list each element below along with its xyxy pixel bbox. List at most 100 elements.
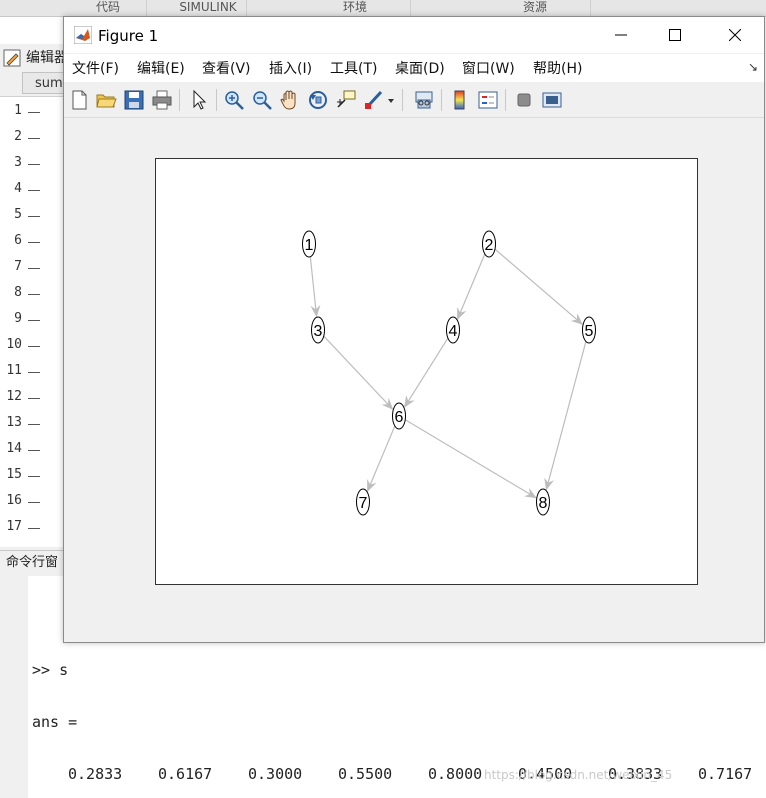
hide-plot-tools-icon[interactable] xyxy=(513,89,535,111)
brush-icon[interactable] xyxy=(363,89,385,111)
figure-menubar: 文件(F) 编辑(E) 查看(V) 插入(I) 工具(T) 桌面(D) 窗口(W… xyxy=(64,54,764,82)
editor-title-label: 编辑器 xyxy=(26,50,68,66)
editor-line-number: 12 xyxy=(6,389,22,404)
open-file-icon[interactable] xyxy=(95,89,117,111)
zoom-out-icon[interactable] xyxy=(251,89,273,111)
toolstrip-tab-simulink[interactable]: SIMULINK xyxy=(170,0,247,16)
breakpoint-marker[interactable] xyxy=(28,398,40,399)
toolbar-separator xyxy=(216,89,217,111)
toolbar-separator xyxy=(402,89,403,111)
close-icon xyxy=(729,29,741,41)
editor-line-number: 16 xyxy=(6,493,22,508)
colorbar-icon[interactable] xyxy=(449,89,471,111)
command-window-header: 命令行窗 xyxy=(0,550,64,576)
breakpoint-marker[interactable] xyxy=(28,502,40,503)
zoom-in-icon[interactable] xyxy=(223,89,245,111)
edge-2-4 xyxy=(457,253,486,321)
figure-titlebar[interactable]: Figure 1 xyxy=(64,17,764,53)
figure-window: Figure 1 文件(F) 编辑(E) 查看(V) 插入(I) 工具(T) 桌… xyxy=(63,16,765,643)
menu-desktop[interactable]: 桌面(D) xyxy=(395,54,445,82)
matlab-logo-icon xyxy=(74,26,92,44)
pan-icon[interactable] xyxy=(279,89,301,111)
breakpoint-marker[interactable] xyxy=(28,294,40,295)
breakpoint-marker[interactable] xyxy=(28,190,40,191)
legend-icon[interactable] xyxy=(477,89,499,111)
menu-file[interactable]: 文件(F) xyxy=(72,54,119,82)
breakpoint-marker[interactable] xyxy=(28,372,40,373)
edge-5-8 xyxy=(544,341,587,491)
select-arrow-icon[interactable] xyxy=(188,89,210,111)
breakpoint-marker[interactable] xyxy=(28,216,40,217)
menu-help[interactable]: 帮助(H) xyxy=(533,54,582,82)
ans-value: 0.8000 xyxy=(428,765,483,783)
edges-group xyxy=(309,248,587,499)
print-icon[interactable] xyxy=(151,89,173,111)
figure-title: Figure 1 xyxy=(98,27,159,45)
menu-tools[interactable]: 工具(T) xyxy=(330,54,377,82)
editor-line-number: 4 xyxy=(14,181,22,196)
editor-line-number: 6 xyxy=(14,233,22,248)
breakpoint-marker[interactable] xyxy=(28,268,40,269)
breakpoint-marker[interactable] xyxy=(28,138,40,139)
editor-line-number: 10 xyxy=(6,337,22,352)
breakpoint-marker[interactable] xyxy=(28,424,40,425)
toolstrip-tab-code[interactable]: 代码 xyxy=(70,0,147,16)
editor-line-number: 7 xyxy=(14,259,22,274)
breakpoint-marker[interactable] xyxy=(28,242,40,243)
show-plot-tools-icon[interactable] xyxy=(541,89,563,111)
toolstrip-tab-resources[interactable]: 资源 xyxy=(480,0,591,16)
minimize-button[interactable] xyxy=(598,17,644,53)
ans-value: 0.3000 xyxy=(248,765,303,783)
plot-axes[interactable]: 1 2 3 4 5 6 7 8 xyxy=(155,158,698,585)
editor-line-number: 2 xyxy=(14,129,22,144)
edge-6-7 xyxy=(367,425,396,493)
ans-label: ans = xyxy=(32,713,78,731)
node-label-4: 4 xyxy=(449,323,458,340)
rotate-3d-icon[interactable] xyxy=(307,89,329,111)
maximize-icon xyxy=(669,29,681,41)
node-label-7: 7 xyxy=(359,495,368,512)
ans-value: 0.2833 xyxy=(68,765,123,783)
breakpoint-marker[interactable] xyxy=(28,528,40,529)
menu-insert[interactable]: 插入(I) xyxy=(269,54,312,82)
breakpoint-marker[interactable] xyxy=(28,450,40,451)
dock-arrow-icon[interactable]: ↘ xyxy=(748,60,758,74)
new-figure-icon[interactable] xyxy=(68,89,90,111)
ans-value: 0.7167 xyxy=(698,765,753,783)
breakpoint-marker[interactable] xyxy=(28,164,40,165)
link-plot-icon[interactable] xyxy=(413,89,435,111)
edge-1-3 xyxy=(309,256,321,318)
edit-pencil-icon xyxy=(3,49,21,67)
breakpoint-marker[interactable] xyxy=(28,476,40,477)
node-label-6: 6 xyxy=(395,409,404,426)
minimize-icon xyxy=(615,34,627,36)
editor-line-number: 14 xyxy=(6,441,22,456)
edge-2-5 xyxy=(494,248,584,325)
matlab-toolstrip: 代码 SIMULINK 环境 资源 xyxy=(0,0,766,17)
ans-value: 0.6167 xyxy=(158,765,213,783)
menu-edit[interactable]: 编辑(E) xyxy=(137,54,185,82)
command-prompt-line: >> s xyxy=(32,661,69,679)
editor-line-number: 9 xyxy=(14,311,22,326)
menu-window[interactable]: 窗口(W) xyxy=(462,54,515,82)
data-cursor-icon[interactable] xyxy=(335,89,357,111)
edge-3-6 xyxy=(323,335,394,410)
save-icon[interactable] xyxy=(123,89,145,111)
breakpoint-marker[interactable] xyxy=(28,112,40,113)
node-label-5: 5 xyxy=(585,323,594,340)
command-window-gutter xyxy=(0,576,28,798)
node-label-2: 2 xyxy=(485,237,494,254)
brush-dropdown-icon[interactable] xyxy=(386,89,396,111)
maximize-button[interactable] xyxy=(652,17,698,53)
ans-value: 0.5500 xyxy=(338,765,393,783)
breakpoint-marker[interactable] xyxy=(28,320,40,321)
breakpoint-marker[interactable] xyxy=(28,346,40,347)
edge-6-8 xyxy=(404,419,537,499)
watermark: https://blog.csdn.net/weixin_45 xyxy=(484,768,673,782)
close-button[interactable] xyxy=(712,17,758,53)
editor-line-number: 3 xyxy=(14,155,22,170)
toolbar-separator xyxy=(505,89,506,111)
digraph-plot[interactable]: 1 2 3 4 5 6 7 8 xyxy=(156,159,697,584)
toolstrip-tab-environment[interactable]: 环境 xyxy=(300,0,411,16)
menu-view[interactable]: 查看(V) xyxy=(202,54,251,82)
